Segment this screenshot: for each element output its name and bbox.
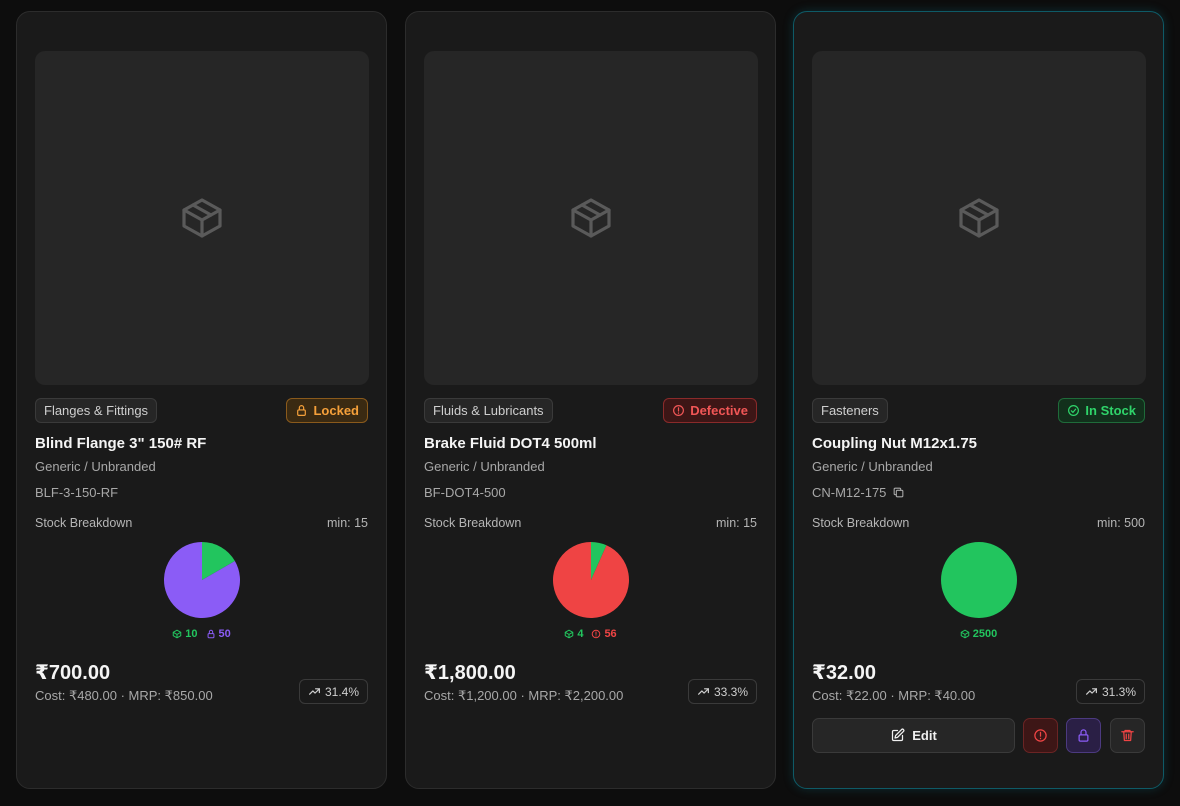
- product-sku: CN-M12-175: [812, 485, 905, 500]
- legend-available-value: 10: [185, 628, 198, 640]
- margin-badge: 31.3%: [1075, 679, 1145, 704]
- product-brand: Generic / Unbranded: [812, 459, 933, 474]
- pie-slice-1: [553, 542, 629, 618]
- mark-defective-button[interactable]: [1023, 718, 1058, 753]
- delete-button[interactable]: [1110, 718, 1145, 753]
- card-actions: Edit: [812, 718, 1145, 753]
- pie-slice-0: [941, 542, 1017, 618]
- status-label: Locked: [313, 403, 359, 418]
- trending-up-icon: [697, 688, 709, 695]
- product-brand: Generic / Unbranded: [35, 459, 156, 474]
- product-price: ₹1,800.00: [424, 662, 516, 684]
- legend-available-value: 4: [577, 628, 584, 640]
- stock-breakdown-label: Stock Breakdown: [35, 516, 133, 530]
- status-label: Defective: [690, 403, 748, 418]
- box-icon: [565, 629, 574, 639]
- product-price: ₹32.00: [812, 662, 876, 684]
- cost-mrp-line: Cost: ₹480.00 · MRP: ₹850.00: [35, 688, 213, 703]
- status-badge: Defective: [663, 398, 757, 423]
- legend-locked: 50: [206, 628, 231, 640]
- product-image-placeholder: [812, 51, 1146, 385]
- cost-mrp-line: Cost: ₹1,200.00 · MRP: ₹2,200.00: [424, 688, 624, 703]
- stock-legend: 2500: [794, 628, 1163, 640]
- legend-locked-value: 50: [218, 628, 231, 640]
- category-tag: Fluids & Lubricants: [424, 398, 553, 423]
- product-sku: BF-DOT4-500: [424, 485, 506, 500]
- product-brand: Generic / Unbranded: [424, 459, 545, 474]
- trending-up-icon: [1085, 688, 1097, 695]
- legend-defective-value: 56: [604, 628, 617, 640]
- alert-circle-icon: [592, 629, 601, 639]
- product-title: Coupling Nut M12x1.75: [812, 435, 978, 452]
- stock-legend: 4 56: [406, 628, 775, 640]
- legend-available: 2500: [960, 628, 997, 640]
- category-tag: Flanges & Fittings: [35, 398, 158, 423]
- product-title: Blind Flange 3" 150# RF: [35, 435, 207, 452]
- product-sku: BLF-3-150-RF: [35, 485, 118, 500]
- legend-available: 10: [172, 628, 198, 640]
- trash-icon: [1121, 729, 1134, 742]
- edit-button[interactable]: Edit: [812, 718, 1015, 753]
- lock-icon: [297, 405, 307, 416]
- package-icon: [959, 198, 999, 238]
- margin-value: 31.4%: [324, 684, 359, 699]
- product-price: ₹700.00: [35, 662, 111, 684]
- category-tag: Fasteners: [812, 398, 888, 423]
- trending-up-icon: [308, 688, 320, 695]
- edit-button-label: Edit: [912, 728, 937, 743]
- status-badge: Locked: [286, 398, 368, 423]
- lock-icon: [1078, 729, 1089, 742]
- legend-available: 4: [564, 628, 583, 640]
- product-image-placeholder: [424, 51, 758, 385]
- min-stock-label: min: 15: [716, 516, 757, 530]
- product-card[interactable]: Flanges & Fittings Locked Blind Flange 3…: [16, 11, 387, 789]
- margin-value: 33.3%: [713, 684, 748, 699]
- status-label: In Stock: [1085, 403, 1136, 418]
- product-image-placeholder: [35, 51, 369, 385]
- cost-mrp-line: Cost: ₹22.00 · MRP: ₹40.00: [812, 688, 976, 703]
- legend-available-value: 2500: [972, 628, 998, 640]
- min-stock-label: min: 500: [1097, 516, 1145, 530]
- product-title: Brake Fluid DOT4 500ml: [424, 435, 597, 452]
- alert-circle-icon: [1034, 729, 1047, 742]
- lock-stock-button[interactable]: [1066, 718, 1101, 753]
- alert-circle-icon: [673, 405, 685, 416]
- package-icon: [571, 198, 611, 238]
- copy-icon[interactable]: [892, 486, 905, 499]
- box-icon: [173, 629, 182, 639]
- check-circle-icon: [1068, 405, 1080, 416]
- stock-legend: 10 50: [17, 628, 386, 640]
- status-badge: In Stock: [1058, 398, 1145, 423]
- margin-badge: 31.4%: [298, 679, 368, 704]
- margin-value: 31.3%: [1101, 684, 1136, 699]
- package-icon: [182, 198, 222, 238]
- legend-defective: 56: [591, 628, 617, 640]
- sku-text: CN-M12-175: [812, 485, 887, 500]
- sku-text: BF-DOT4-500: [424, 485, 506, 500]
- stock-pie-chart: [553, 542, 629, 618]
- box-icon: [960, 629, 969, 639]
- stock-pie-chart: [941, 542, 1017, 618]
- lock-icon: [207, 629, 214, 639]
- product-card[interactable]: Fasteners In Stock Coupling Nut M12x1.75…: [793, 11, 1164, 789]
- stock-breakdown-label: Stock Breakdown: [424, 516, 522, 530]
- edit-icon: [892, 728, 905, 742]
- min-stock-label: min: 15: [327, 516, 368, 530]
- margin-badge: 33.3%: [687, 679, 757, 704]
- stock-breakdown-label: Stock Breakdown: [812, 516, 910, 530]
- stock-pie-chart: [164, 542, 240, 618]
- product-card[interactable]: Fluids & Lubricants Defective Brake Flui…: [405, 11, 776, 789]
- sku-text: BLF-3-150-RF: [35, 485, 119, 500]
